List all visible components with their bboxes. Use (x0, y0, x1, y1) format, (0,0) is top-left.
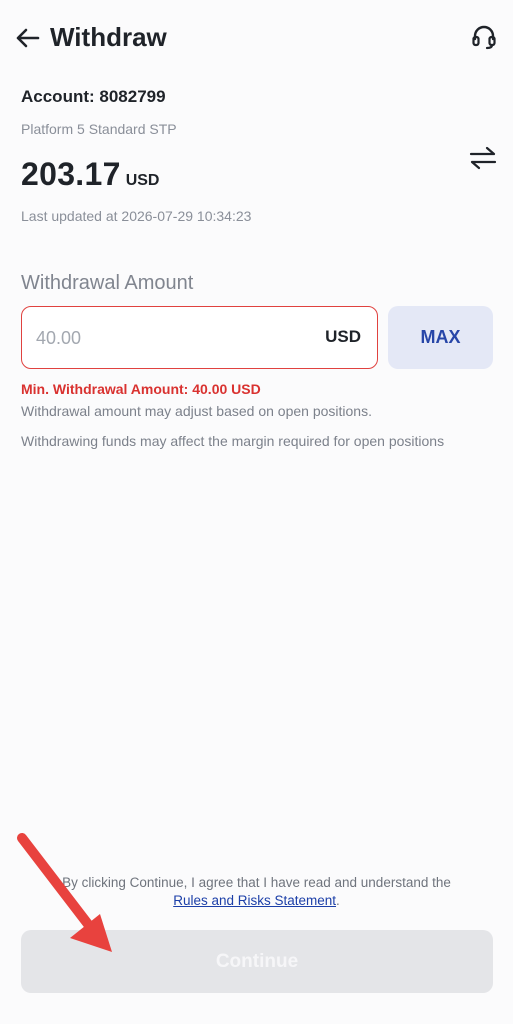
continue-button[interactable]: Continue (21, 930, 493, 993)
consent-body: By clicking Continue, I agree that I hav… (62, 875, 451, 890)
swap-arrows-icon (469, 146, 497, 170)
balance-value: 203.17 (21, 156, 121, 192)
last-updated: Last updated at 2026-07-29 10:34:23 (21, 208, 252, 224)
page-title: Withdraw (50, 22, 167, 52)
platform-name: Platform 5 Standard STP (21, 121, 177, 137)
annotation-arrow (17, 833, 112, 952)
top-bar: Withdraw (0, 0, 513, 76)
margin-note: Withdrawing funds may affect the margin … (21, 433, 445, 449)
account-number: Account: 8082799 (21, 87, 166, 106)
headset-icon (472, 25, 496, 50)
arrow-left-icon (16, 28, 40, 48)
amount-currency: USD (325, 327, 361, 346)
withdrawal-amount-label: Withdrawal Amount (21, 272, 194, 294)
consent-text: By clicking Continue, I agree that I hav… (60, 874, 453, 910)
withdrawal-amount-input[interactable] (36, 325, 296, 351)
rules-and-risks-link[interactable]: Rules and Risks Statement (173, 893, 336, 908)
account-balance: 203.17 USD (21, 156, 159, 193)
consent-end: . (336, 893, 340, 908)
balance-currency: USD (125, 172, 160, 189)
min-amount-error: Min. Withdrawal Amount: 40.00 USD (21, 381, 261, 397)
switch-account-button[interactable] (466, 143, 500, 173)
withdrawal-amount-field[interactable]: USD (21, 306, 378, 369)
back-button[interactable] (12, 24, 42, 52)
adjust-note: Withdrawal amount may adjust based on op… (21, 403, 372, 419)
support-button[interactable] (468, 22, 500, 52)
max-button[interactable]: MAX (388, 306, 493, 369)
